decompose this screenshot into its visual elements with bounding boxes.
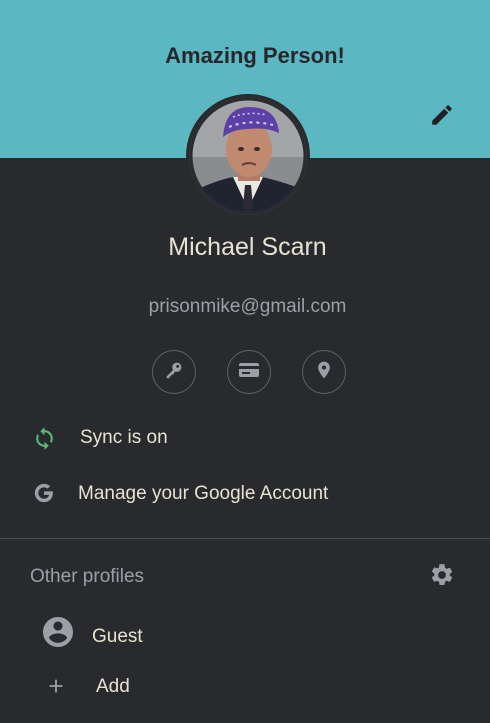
addresses-button[interactable] xyxy=(302,350,346,394)
key-icon xyxy=(163,359,185,386)
edit-profile-button[interactable] xyxy=(426,101,458,133)
sync-status-label: Sync is on xyxy=(80,427,168,448)
manage-profiles-button[interactable] xyxy=(427,562,457,592)
profile-item-label: Guest xyxy=(92,626,143,647)
profile-email: prisonmike@gmail.com xyxy=(148,296,347,317)
avatar-photo xyxy=(189,97,307,215)
google-g-icon xyxy=(33,482,55,504)
add-profile-row[interactable]: Add xyxy=(0,662,490,710)
sync-icon xyxy=(32,426,57,451)
section-divider xyxy=(0,538,490,539)
avatar[interactable] xyxy=(186,94,310,218)
banner-title: Amazing Person! xyxy=(165,43,345,68)
profile-menu-panel: Amazing Person! Michael Scarn prisonmike… xyxy=(0,0,490,723)
credit-card-icon xyxy=(237,358,261,387)
other-profiles-title: Other profiles xyxy=(30,566,145,587)
plus-icon xyxy=(45,675,67,697)
add-profile-label: Add xyxy=(96,676,130,697)
pencil-icon xyxy=(429,102,455,133)
location-pin-icon xyxy=(314,360,334,385)
account-circle-icon xyxy=(40,614,76,650)
manage-account-row[interactable]: Manage your Google Account xyxy=(0,470,490,518)
payment-methods-button[interactable] xyxy=(227,350,271,394)
passwords-button[interactable] xyxy=(152,350,196,394)
gear-icon xyxy=(429,562,455,593)
profile-item-guest[interactable]: Guest xyxy=(0,610,490,658)
manage-account-label: Manage your Google Account xyxy=(78,483,329,504)
profile-name: Michael Scarn xyxy=(168,233,327,261)
sync-status-row[interactable]: Sync is on xyxy=(0,414,490,462)
